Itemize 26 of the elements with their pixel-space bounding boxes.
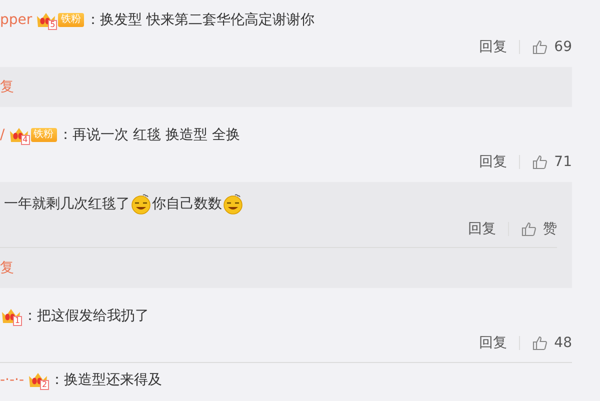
comment-text: ：换发型 快来第二套华伦高定谢谢你 (86, 11, 315, 29)
like-button[interactable]: 赞 (521, 220, 557, 238)
reply-link[interactable]: 回复 (479, 38, 508, 56)
comment-text: ：再说一次 红毯 换造型 全换 (58, 126, 240, 144)
reply-text: 你自己数数 (152, 195, 222, 213)
thumbs-up-icon (532, 39, 548, 55)
fan-level: 4 (20, 135, 30, 145)
fan-level: 1 (12, 316, 22, 326)
reply-link[interactable]: 回复 (468, 220, 496, 238)
fan-level: 5 (48, 20, 58, 30)
fan-badge: 铁粉 (58, 13, 84, 27)
thumbs-up-icon (532, 335, 548, 351)
like-button[interactable]: 48 (532, 335, 572, 351)
reply-link[interactable]: 回复 (479, 334, 508, 352)
comment-text: ：换造型还来得及 (50, 371, 162, 389)
thumbs-up-icon (532, 154, 548, 170)
emoji-icon (130, 193, 152, 215)
fan-level: 2 (40, 380, 50, 390)
comment-text: ：把这假发给我扔了 (23, 307, 149, 325)
reply-link[interactable]: 回复 (479, 153, 508, 171)
fan-badge: 铁粉 (30, 128, 57, 142)
reply-text: 一年就剩几次红毯了 (4, 195, 130, 213)
like-button[interactable]: 69 (532, 39, 572, 55)
like-button[interactable]: 71 (532, 154, 572, 170)
thumbs-up-icon (521, 221, 537, 237)
emoji-icon (222, 193, 244, 215)
